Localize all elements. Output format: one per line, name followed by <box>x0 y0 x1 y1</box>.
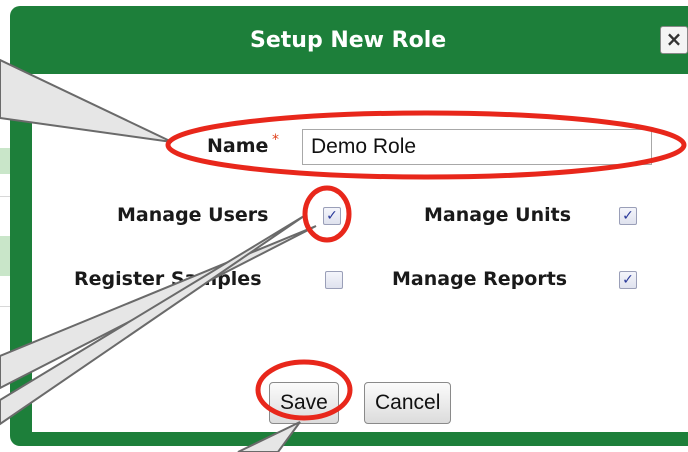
save-button[interactable]: Save <box>269 382 339 424</box>
name-label: Name <box>207 135 269 157</box>
manage-units-checkbox[interactable]: ✓ <box>619 207 637 225</box>
permission-label-manage-users: Manage Users <box>117 204 269 226</box>
permission-label-manage-reports: Manage Reports <box>392 268 568 290</box>
register-samples-checkbox[interactable] <box>325 271 343 289</box>
setup-role-dialog: Setup New Role × Name * Manage Users ✓ M… <box>10 6 688 446</box>
manage-users-checkbox[interactable]: ✓ <box>323 207 341 225</box>
checkbox-check-icon: ✓ <box>622 208 634 224</box>
dialog-content: Name * Manage Users ✓ Manage Units ✓ Reg… <box>32 74 688 432</box>
permission-label-register-samples: Register Samples <box>74 268 262 290</box>
checkbox-check-icon: ✓ <box>622 272 634 288</box>
role-name-input[interactable] <box>302 129 652 165</box>
cancel-button[interactable]: Cancel <box>364 382 452 424</box>
dialog-title: Setup New Role <box>250 28 447 53</box>
checkbox-check-icon: ✓ <box>326 208 338 224</box>
dialog-titlebar: Setup New Role × <box>10 6 688 74</box>
close-icon[interactable]: × <box>660 26 688 54</box>
manage-reports-checkbox[interactable]: ✓ <box>619 271 637 289</box>
required-asterisk-icon: * <box>272 132 279 148</box>
permission-label-manage-units: Manage Units <box>424 204 572 226</box>
